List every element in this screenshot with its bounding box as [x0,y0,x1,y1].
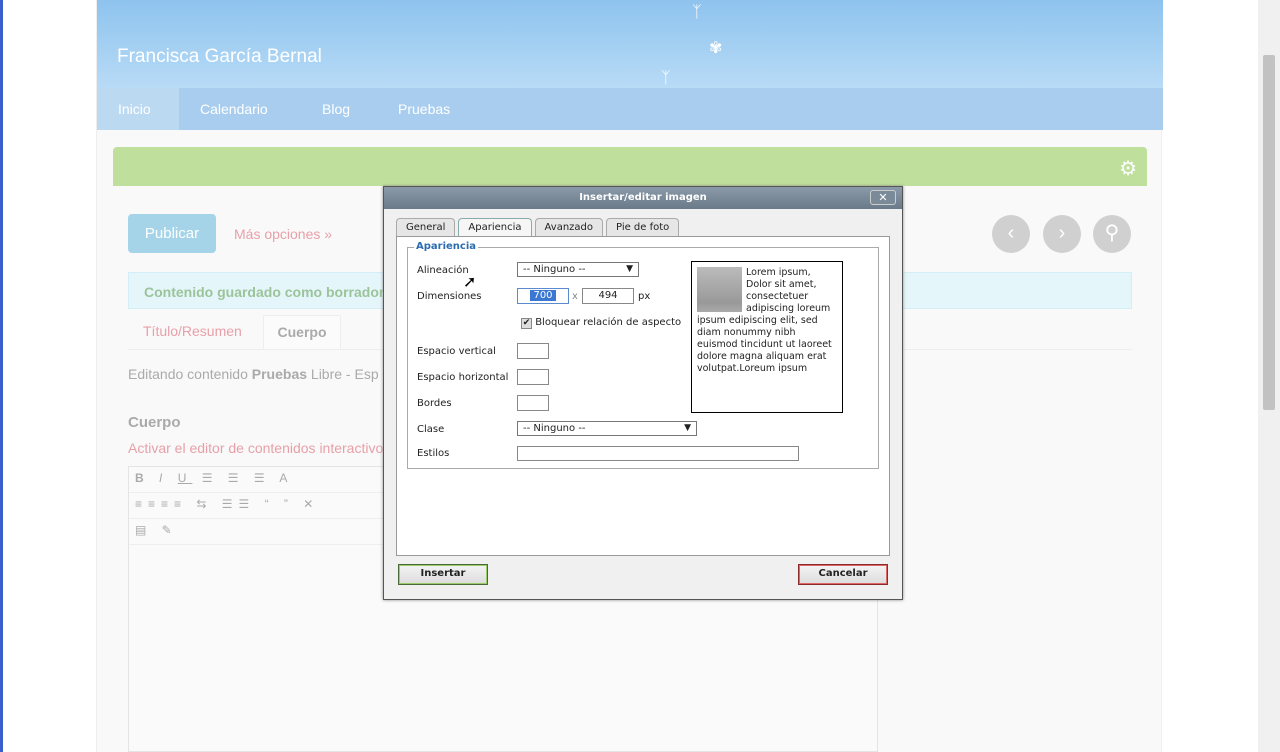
dialog-tabs: General Apariencia Avanzado Pie de foto [396,218,682,236]
checkbox-checked-icon[interactable]: ✔ [521,318,532,329]
image-preview: Lorem ipsum, Dolor sit amet, consectetue… [691,261,843,413]
nav-inicio[interactable]: Inicio [97,88,179,130]
main-nav: Inicio Calendario Blog Pruebas [97,88,1163,130]
admin-bar: ⚙ [113,147,1147,186]
height-input[interactable]: 494 [582,288,634,304]
search-button[interactable]: ⚲ [1093,215,1131,253]
border-input[interactable] [517,395,549,411]
body-heading: Cuerpo [128,414,181,431]
times-sign: x [572,291,578,302]
lock-label: Bloquear relación de aspecto [535,317,682,328]
gear-icon[interactable]: ⚙ [1119,156,1137,181]
nav-calendario[interactable]: Calendario [200,101,268,117]
dialog-title: Insertar/editar imagen [384,187,902,209]
editing-suffix: Libre - Esp [310,366,379,382]
align-value: -- Ninguno -- [523,264,586,275]
tab-apariencia[interactable]: Apariencia [458,218,532,236]
hspace-label: Espacio horizontal [417,372,509,383]
butterfly-icon: ✾ [709,40,723,57]
scrollbar-thumb[interactable] [1263,55,1275,410]
site-header: ᛉ ✾ ᛉ Francisca García Bernal [97,0,1163,88]
class-label: Clase [417,424,445,435]
scrollbar[interactable] [1258,0,1280,752]
window-edge [0,0,3,752]
nav-blog[interactable]: Blog [322,101,350,117]
px-unit: px [638,291,651,302]
tree-image [697,267,742,312]
site-title: Francisca García Bernal [117,46,322,67]
dropdown-arrow-icon: ▼ [684,423,691,433]
activate-editor-link[interactable]: Activar el editor de contenidos interact… [128,440,383,456]
hspace-input[interactable] [517,369,549,385]
lock-aspect[interactable]: ✔ Bloquear relación de aspecto [521,317,681,329]
mouse-cursor-icon: ➚ [463,274,477,291]
align-select[interactable]: -- Ninguno -- ▼ [517,262,639,277]
styles-label: Estilos [417,448,450,459]
align-label: Alineación [417,265,469,276]
vspace-input[interactable] [517,343,549,359]
dropdown-arrow-icon: ▼ [626,264,633,274]
dims-label: Dimensiones [417,291,482,302]
butterfly-icon: ᛉ [692,4,702,21]
insert-button[interactable]: Insertar [398,564,488,585]
tab-pie-de-foto[interactable]: Pie de foto [606,218,680,236]
prev-button[interactable]: ‹ [992,215,1030,253]
nav-pruebas[interactable]: Pruebas [398,101,450,117]
fieldset-legend: Apariencia [414,241,479,252]
tab-cuerpo[interactable]: Cuerpo [263,315,341,350]
width-value: 700 [530,290,556,301]
border-label: Bordes [417,398,452,409]
editing-prefix: Editando contenido [128,366,248,382]
styles-input[interactable] [517,446,799,461]
cancel-button[interactable]: Cancelar [798,564,888,585]
tab-titulo[interactable]: Título/Resumen [143,323,242,339]
vspace-label: Espacio vertical [417,346,496,357]
more-options-link[interactable]: Más opciones » [234,226,332,242]
image-dialog: Insertar/editar imagen ✕ General Aparienc… [383,186,903,600]
tab-general[interactable]: General [396,218,456,236]
publish-button[interactable]: Publicar [128,214,216,253]
editing-info: Editando contenido Pruebas Libre - Esp [128,366,379,382]
width-input[interactable]: 700 [517,288,569,304]
tab-avanzado[interactable]: Avanzado [534,218,604,236]
class-value: -- Ninguno -- [523,423,586,434]
appearance-fieldset: Apariencia Alineación -- Ninguno -- ▼ Dim… [407,241,879,469]
next-button[interactable]: › [1043,215,1081,253]
butterfly-icon: ᛉ [661,70,671,87]
close-icon[interactable]: ✕ [870,190,896,205]
editing-name: Pruebas [251,366,308,382]
class-select[interactable]: -- Ninguno -- ▼ [517,421,697,436]
